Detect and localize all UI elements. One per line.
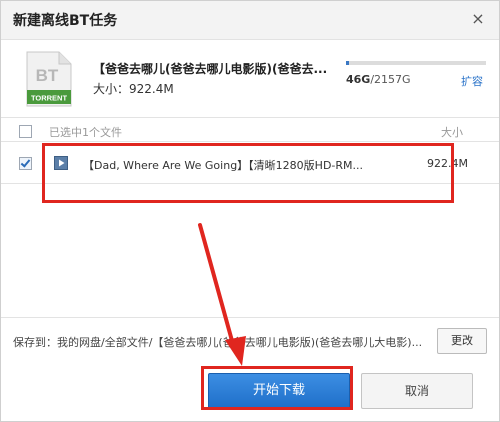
selected-count: 已选中1个文件 (49, 126, 122, 139)
highlight-file-row (42, 143, 454, 203)
size-column-header: 大小 (441, 126, 463, 139)
torrent-name: 【爸爸去哪儿(爸爸去哪儿电影版)(爸爸去... (93, 62, 328, 76)
select-all-checkbox[interactable] (19, 125, 32, 138)
cancel-button[interactable]: 取消 (361, 373, 473, 409)
close-icon[interactable]: × (467, 8, 489, 30)
save-path: 保存到：我的网盘/全部文件/【爸爸去哪儿(爸爸去哪儿电影版)(爸爸去哪儿大电影)… (13, 336, 423, 349)
storage-used: 46G (346, 73, 371, 86)
divider (1, 117, 499, 118)
new-bt-task-dialog: 新建离线BT任务 × BT TORRENT 【爸爸去哪儿(爸爸去哪儿电影版)(爸… (0, 0, 500, 422)
file-row-checkbox[interactable] (19, 157, 32, 170)
storage-quota-fill (346, 61, 349, 65)
torrent-file-icon: BT TORRENT (26, 51, 72, 107)
storage-quota-bar (346, 61, 486, 65)
storage-quota-text: 46G/2157G (346, 73, 411, 86)
dialog-titlebar: 新建离线BT任务 × (1, 1, 499, 40)
expand-storage-link[interactable]: 扩容 (461, 73, 483, 89)
torrent-size: 大小：922.4M (93, 82, 174, 96)
torrent-icon-label: BT (36, 66, 59, 85)
change-path-button[interactable]: 更改 (437, 328, 487, 354)
dialog-title: 新建离线BT任务 (13, 13, 118, 29)
highlight-start-button (201, 366, 353, 410)
torrent-icon-caption: TORRENT (31, 94, 68, 103)
divider (1, 317, 499, 318)
storage-total: /2157G (370, 73, 411, 86)
